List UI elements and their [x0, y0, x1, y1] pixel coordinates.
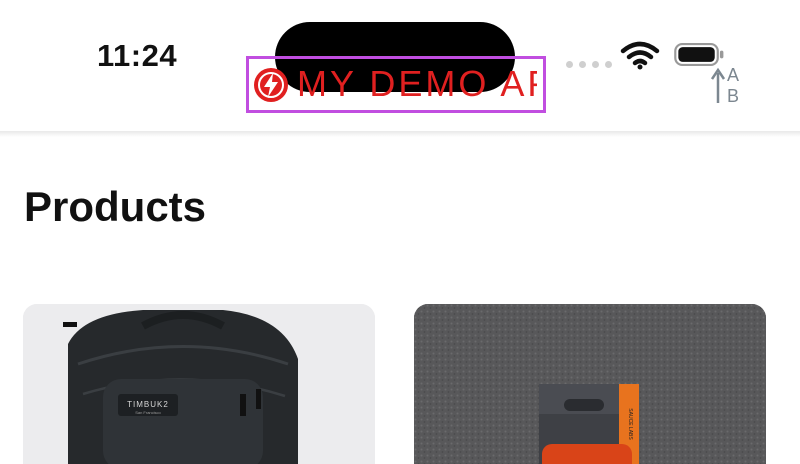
sort-letter-a: A [727, 65, 740, 85]
sort-az-icon[interactable]: A B [711, 65, 747, 107]
cellular-dots-icon [566, 61, 612, 68]
bike-light-product-image[interactable]: SAUCE LABS [414, 304, 766, 464]
lightning-logo-icon [254, 68, 288, 102]
backpack-product-image[interactable]: TIMBUK2 San Francisco [23, 304, 375, 464]
header-divider [0, 131, 800, 137]
product-card-bike-light[interactable]: SAUCE LABS [414, 304, 766, 464]
status-time: 11:24 [97, 38, 178, 73]
app-logo-text[interactable]: MY DEMO APP [297, 64, 537, 104]
wifi-icon [620, 41, 660, 70]
page-title: Products [24, 183, 207, 230]
sort-letter-b: B [727, 86, 740, 106]
battery-icon [674, 43, 724, 66]
product-card-backpack[interactable]: TIMBUK2 San Francisco [23, 304, 375, 464]
bike-light-package-label: SAUCE LABS [627, 408, 633, 440]
timbuk2-sublabel: San Francisco [135, 410, 161, 415]
timbuk2-label: TIMBUK2 [127, 400, 169, 409]
